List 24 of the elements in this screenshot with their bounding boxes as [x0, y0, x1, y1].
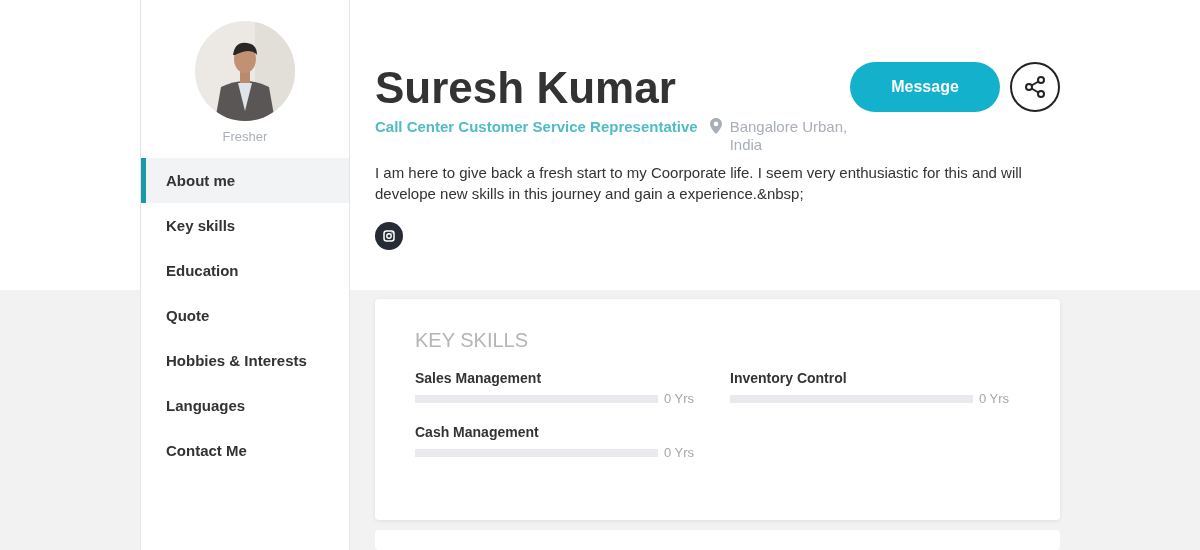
location-text: Bangalore Urban, India [729, 118, 849, 154]
job-title: Call Center Customer Service Representative [375, 118, 698, 136]
skill-years: 0 Yrs [664, 391, 695, 407]
share-button[interactable] [1010, 62, 1060, 112]
skill-name: Inventory Control [730, 370, 848, 387]
profile-name: Suresh Kumar [375, 62, 676, 114]
nav-item[interactable]: Languages [141, 383, 349, 428]
nav-item[interactable]: About me [141, 158, 349, 203]
nav-item[interactable]: Key skills [141, 203, 349, 248]
skill-name: Cash Management [415, 424, 540, 441]
instagram-link[interactable] [375, 222, 403, 250]
experience-label: Fresher [222, 129, 268, 144]
nav-item[interactable]: Contact Me [141, 428, 349, 473]
nav-item[interactable]: Education [141, 248, 349, 293]
skill-years: 0 Yrs [664, 445, 695, 461]
nav-item[interactable]: Quote [141, 293, 349, 338]
location-pin-icon [709, 118, 722, 134]
about-text: I am here to give back a fresh start to my Coorporate life. I seem very enthusiastic for this and will develope new skills in this journey and gain a experience.&nbsp; [375, 163, 1023, 204]
section-title: KEY SKILLS [415, 329, 530, 353]
skill-name: Sales Management [415, 370, 543, 387]
share-icon [1023, 75, 1047, 99]
skill-years: 0 Yrs [979, 391, 1010, 407]
nav-item[interactable]: Hobbies & Interests [141, 338, 349, 383]
camera-icon [383, 230, 395, 242]
